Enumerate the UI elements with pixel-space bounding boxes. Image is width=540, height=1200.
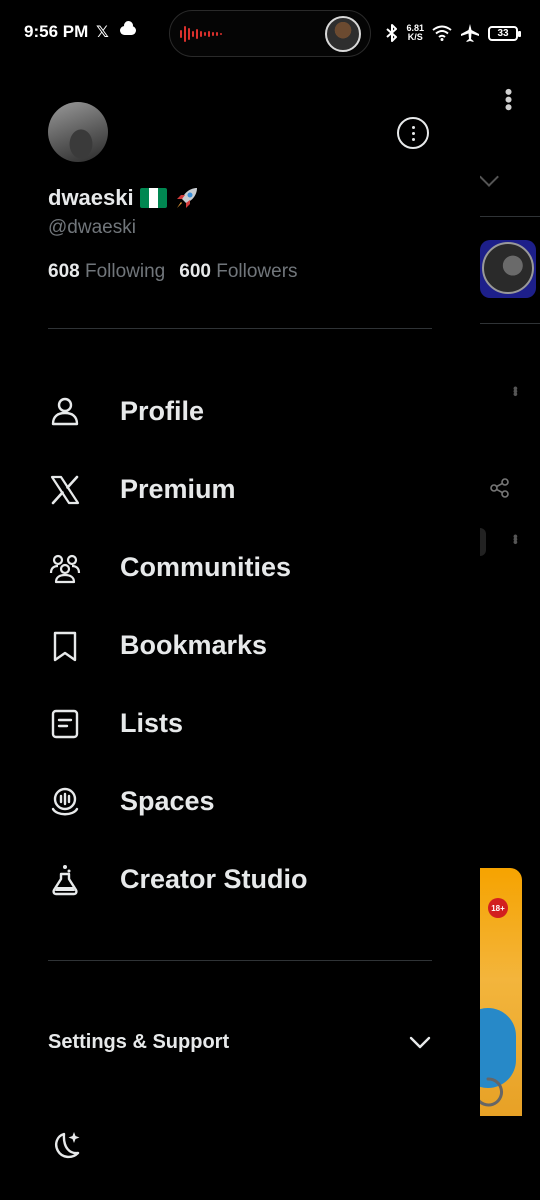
user-handle[interactable]: @dwaeski <box>48 217 136 239</box>
display-name: dwaeski <box>48 185 134 210</box>
post-more-icon[interactable]: ••• <box>508 386 524 395</box>
divider <box>48 328 432 329</box>
following-link[interactable]: 608 Following <box>48 261 165 283</box>
x-logo-icon <box>50 475 80 505</box>
x-logo-icon: 𝕏 <box>96 24 109 41</box>
network-speed-unit: K/S <box>407 32 423 42</box>
age-badge: 18+ <box>488 898 508 918</box>
status-icons: 6.81 K/S 33 <box>386 20 521 46</box>
spaces-icon <box>51 787 79 816</box>
nav-label-profile: Profile <box>120 395 205 426</box>
moon-icon[interactable] <box>48 1128 84 1164</box>
dynamic-island[interactable] <box>169 10 371 57</box>
nav-label-creator-studio: Creator Studio <box>120 863 308 894</box>
followers-link[interactable]: 600 Followers <box>179 261 297 283</box>
nav-item-communities[interactable]: Communities <box>0 528 480 606</box>
followers-label: Followers <box>216 261 298 282</box>
side-drawer: dwaeski @dwaeski 608 Following 600 Follo… <box>0 66 480 1200</box>
following-count: 608 <box>48 261 80 282</box>
overflow-menu-icon[interactable]: ••• <box>496 88 521 111</box>
status-bar: 9:56 PM 𝕏 6.81 K/S 33 <box>0 0 540 66</box>
settings-support-label: Settings & Support <box>48 1030 230 1053</box>
network-speed: 6.81 K/S <box>406 24 424 42</box>
nigeria-flag-icon <box>139 188 167 208</box>
divider <box>48 960 432 961</box>
nav-item-spaces[interactable]: Spaces <box>0 762 480 840</box>
nav-label-premium: Premium <box>120 473 236 504</box>
feed-avatar <box>480 240 536 298</box>
chevron-down-icon <box>479 167 499 187</box>
nav-label-bookmarks: Bookmarks <box>120 629 268 660</box>
nav-item-lists[interactable]: Lists <box>0 684 480 762</box>
followers-count: 600 <box>179 261 211 282</box>
status-time: 9:56 PM <box>24 22 89 41</box>
rocket-icon <box>176 188 197 208</box>
battery-level: 33 <box>497 27 509 39</box>
feed-pill <box>480 528 486 556</box>
cloud-icon <box>120 21 136 35</box>
share-icon[interactable] <box>490 478 510 498</box>
bookmark-icon <box>53 631 77 662</box>
list-icon <box>51 709 79 739</box>
profile-avatar[interactable] <box>48 102 108 162</box>
nav-item-profile[interactable]: Profile <box>0 372 480 450</box>
nav-label-communities: Communities <box>120 551 292 582</box>
background-feed: ••• ••• ••• 18+ <box>475 66 540 1200</box>
chevron-down-icon <box>409 1036 431 1049</box>
communities-icon <box>49 554 81 584</box>
profile-name-row[interactable]: dwaeski <box>48 184 201 212</box>
nav-item-bookmarks[interactable]: Bookmarks <box>0 606 480 684</box>
post-more-icon[interactable]: ••• <box>508 534 524 543</box>
flask-icon <box>52 865 78 896</box>
person-icon <box>51 397 79 426</box>
battery-icon: 33 <box>488 25 521 41</box>
nav-item-premium[interactable]: Premium <box>0 450 480 528</box>
nav-label-spaces: Spaces <box>120 785 215 816</box>
nav-label-lists: Lists <box>120 707 184 738</box>
wifi-icon <box>432 25 452 41</box>
settings-support-toggle[interactable]: Settings & Support <box>48 1026 432 1058</box>
follow-stats: 608 Following 600 Followers <box>48 261 298 283</box>
now-playing-avatar <box>325 16 361 52</box>
account-more-button[interactable] <box>397 117 429 149</box>
airplane-icon <box>461 24 479 42</box>
following-label: Following <box>84 261 166 282</box>
bluetooth-icon <box>386 24 398 42</box>
waveform-icon <box>180 26 222 42</box>
nav-item-creator-studio[interactable]: Creator Studio <box>0 840 480 918</box>
drawer-nav: Profile Premium Communities Bookmarks Li… <box>0 372 480 918</box>
